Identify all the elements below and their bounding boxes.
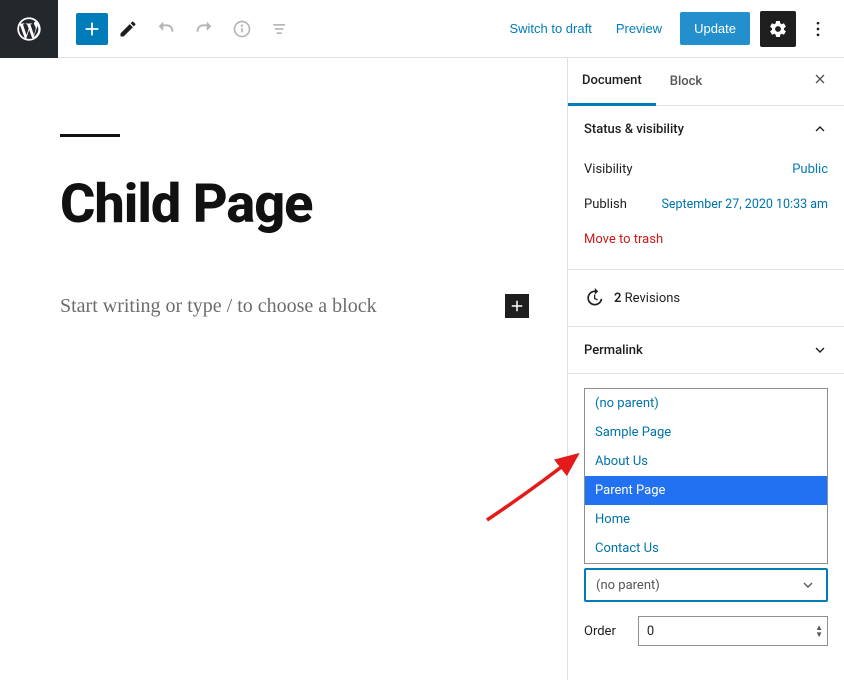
panel-head-permalink[interactable]: Permalink [568, 327, 844, 373]
panel-permalink: Permalink [568, 327, 844, 374]
tab-document[interactable]: Document [568, 59, 656, 106]
chevron-down-icon [800, 577, 816, 593]
edit-mode-button[interactable] [110, 11, 146, 47]
plus-icon [81, 18, 103, 40]
order-value: 0 [647, 624, 654, 639]
plus-icon [508, 297, 526, 315]
parent-option[interactable]: Contact Us [585, 534, 827, 563]
redo-button[interactable] [186, 11, 222, 47]
order-label: Order [584, 624, 616, 639]
close-sidebar-button[interactable] [802, 71, 838, 92]
top-toolbar: Switch to draft Preview Update [0, 0, 844, 58]
tab-block[interactable]: Block [656, 58, 716, 105]
order-input[interactable]: 0 ▲▼ [638, 616, 828, 646]
publish-value[interactable]: September 27, 2020 10:33 am [661, 197, 828, 212]
preview-button[interactable]: Preview [604, 13, 674, 44]
visibility-value[interactable]: Public [792, 162, 828, 177]
kebab-icon [808, 19, 828, 39]
spinner-icon[interactable]: ▲▼ [815, 624, 823, 638]
history-icon [584, 288, 604, 308]
parent-option[interactable]: Parent Page [585, 476, 827, 505]
settings-button[interactable] [760, 11, 796, 47]
info-icon [232, 19, 252, 39]
visibility-label: Visibility [584, 162, 633, 177]
settings-sidebar: Document Block Status & visibility Visib… [567, 58, 844, 680]
insert-block-button[interactable] [505, 294, 529, 318]
editor-tools [58, 11, 298, 47]
gear-icon [768, 19, 788, 39]
page-title[interactable]: Child Page [60, 173, 567, 236]
content-placeholder[interactable]: Start writing or type / to choose a bloc… [60, 295, 505, 318]
wordpress-icon [15, 15, 43, 43]
pencil-icon [118, 19, 138, 39]
panel-head-status[interactable]: Status & visibility [568, 106, 844, 152]
panel-title: Status & visibility [584, 122, 684, 137]
undo-icon [155, 18, 177, 40]
parent-page-dropdown: (no parent)Sample PageAbout UsParent Pag… [568, 374, 844, 564]
panel-status-visibility: Status & visibility Visibility Public Pu… [568, 106, 844, 270]
outline-button[interactable] [262, 11, 298, 47]
editor-canvas[interactable]: Child Page Start writing or type / to ch… [0, 58, 567, 680]
panel-title: Permalink [584, 343, 643, 358]
panel-revisions[interactable]: 2 Revisions [568, 270, 844, 327]
list-icon [270, 19, 290, 39]
row-publish: Publish September 27, 2020 10:33 am [584, 187, 828, 222]
add-block-button[interactable] [76, 13, 108, 45]
chevron-up-icon [812, 121, 828, 137]
wordpress-logo[interactable] [0, 0, 58, 58]
parent-options-list: (no parent)Sample PageAbout UsParent Pag… [584, 388, 828, 564]
more-options-button[interactable] [800, 11, 836, 47]
parent-option[interactable]: (no parent) [585, 389, 827, 418]
redo-icon [193, 18, 215, 40]
parent-option[interactable]: About Us [585, 447, 827, 476]
move-to-trash-link[interactable]: Move to trash [584, 222, 663, 253]
row-order: Order 0 ▲▼ [568, 602, 844, 646]
parent-select-value: (no parent) [596, 578, 660, 593]
title-divider [60, 134, 120, 137]
info-button[interactable] [224, 11, 260, 47]
undo-button[interactable] [148, 11, 184, 47]
parent-option[interactable]: Sample Page [585, 418, 827, 447]
sidebar-tabs: Document Block [568, 58, 844, 106]
parent-select[interactable]: (no parent) [584, 568, 828, 602]
close-icon [812, 71, 828, 87]
revisions-text: 2 Revisions [614, 291, 680, 306]
chevron-down-icon [812, 342, 828, 358]
switch-to-draft-button[interactable]: Switch to draft [497, 13, 603, 44]
update-button[interactable]: Update [680, 12, 750, 45]
row-visibility: Visibility Public [584, 152, 828, 187]
publish-label: Publish [584, 197, 627, 212]
parent-option[interactable]: Home [585, 505, 827, 534]
